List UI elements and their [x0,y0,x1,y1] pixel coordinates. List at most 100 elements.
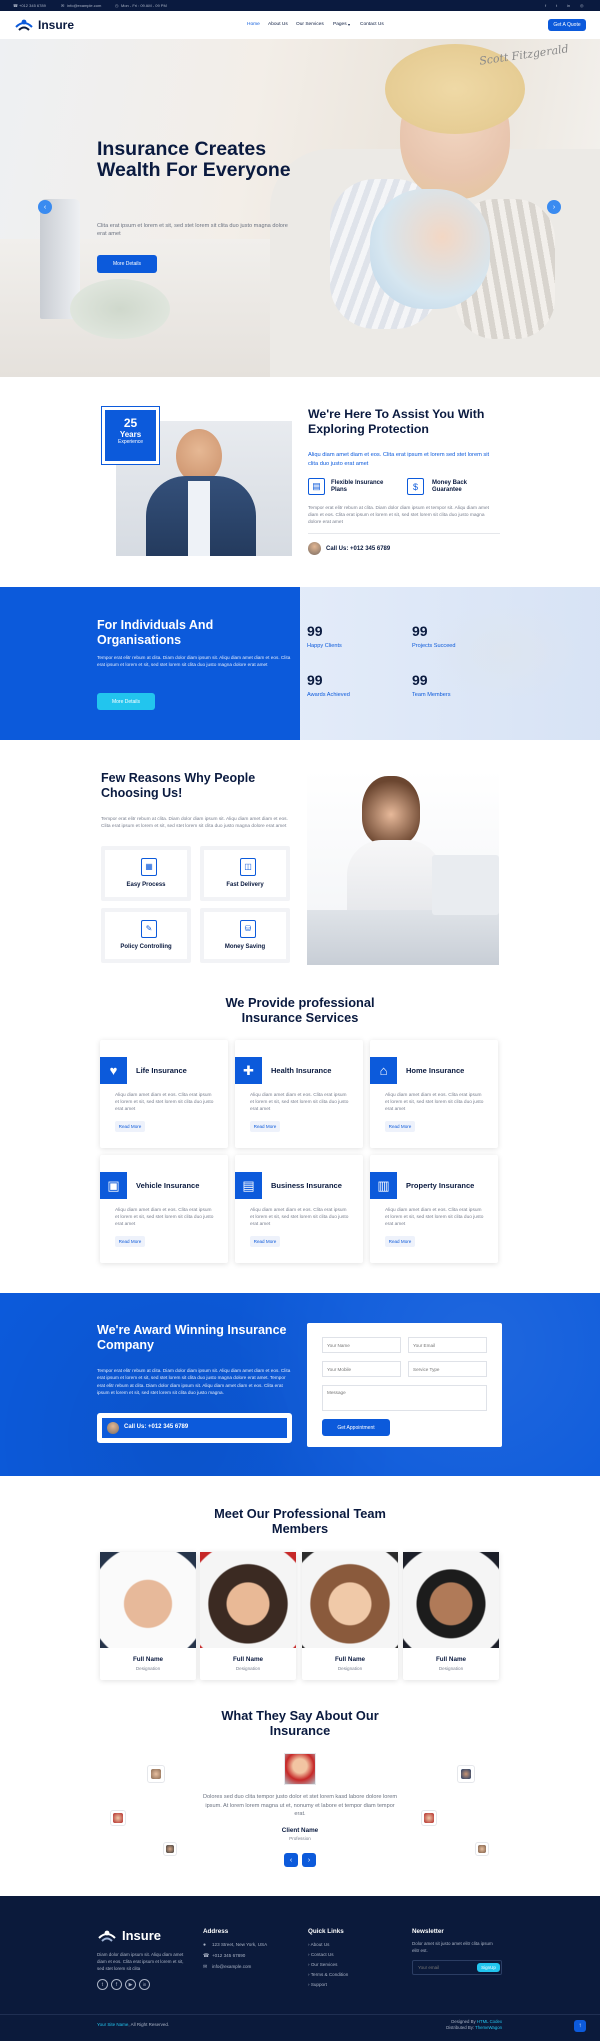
client-thumb[interactable] [147,1765,165,1783]
home-icon: ⌂ [370,1057,397,1084]
read-more-button[interactable]: Read More [385,1236,415,1247]
service-text: Aliqu diam amet diam et eos. Clita erat … [115,1208,214,1228]
message-textarea[interactable] [322,1385,487,1411]
footer-brand[interactable]: Insure [122,1928,161,1943]
newsletter-title: Newsletter [412,1928,444,1935]
fact-number: 99 [412,672,428,688]
about-call[interactable]: Call Us: +012 345 6789 [326,546,390,552]
quote-call-box[interactable]: Call Us: +012 345 6789 [97,1413,292,1443]
newsletter-email-input[interactable] [415,1963,475,1972]
topbar-hours: Mon - Fri : 09 AM - 09 PM [121,3,167,8]
why-item-easy: ▦ Easy Process [101,846,191,901]
policy-icon: ▤ [308,478,325,495]
why-image [307,770,499,965]
experience-label: Experience [117,439,143,445]
chevron-down-icon: ▾ [348,22,351,27]
read-more-button[interactable]: Read More [250,1121,280,1132]
name-input[interactable] [322,1337,401,1353]
instagram-icon[interactable]: ◎ [580,3,584,8]
designed-by-label: Designed By [451,2019,477,2024]
footer-link-label: Our Services [310,1962,338,1967]
team-member-photo [100,1552,196,1648]
why-label: Policy Controlling [120,944,172,950]
client-thumb[interactable] [163,1842,177,1856]
service-text: Aliqu diam amet diam et eos. Clita erat … [250,1093,349,1113]
twitter-icon[interactable]: t [556,3,557,8]
team-member-name: Full Name [435,1656,467,1663]
client-thumb[interactable] [475,1842,489,1856]
designer-link[interactable]: HTML Codex [477,2019,502,2024]
signup-button[interactable]: SignUp [477,1963,500,1972]
carousel-prev-button[interactable]: ‹ [38,200,52,214]
footer-link[interactable]: › Terms & Condition [308,1972,348,1977]
saving-icon: ⛁ [240,920,256,938]
active-client-photo [284,1753,316,1785]
nav-pages[interactable]: Pages [333,22,347,27]
fact-label: Team Members [412,692,451,698]
linkedin-icon[interactable]: in [567,3,570,8]
footer-link[interactable]: › About Us [308,1942,329,1947]
service-title: Property Insurance [406,1181,475,1190]
twitter-icon[interactable]: t [97,1979,108,1990]
nav-contact[interactable]: Contact Us [360,22,384,27]
service-title: Business Insurance [271,1181,342,1190]
why-label: Fast Delivery [226,882,264,888]
team-member-role: Designation [438,1666,464,1671]
fact-number: 99 [307,623,323,639]
client-name: Client Name [281,1827,319,1834]
hero-text: Clita erat ipsum et lorem et sit, sed st… [97,223,288,238]
testimonial-prev-button[interactable]: ‹ [284,1853,298,1867]
service-text: Aliqu diam amet diam et eos. Clita erat … [385,1208,484,1228]
map-pin-icon: ● [203,1942,207,1948]
service-card: ✚ Health Insurance Aliqu diam amet diam et… [235,1040,363,1148]
mobile-input[interactable] [322,1361,401,1377]
feature-money-back: Money Back Guarantee [432,480,468,493]
facts-more-details-button[interactable]: More Details [97,693,155,710]
testimonial-next-button[interactable]: › [302,1853,316,1867]
distributor-link[interactable]: ThemeWagon [475,2025,502,2030]
footer-about: Diam dolor diam ipsum sit. Aliqu diam am… [97,1952,184,1971]
client-thumb[interactable] [110,1810,126,1826]
navbar: Insure Home About Us Our Services Pages … [0,11,600,39]
client-thumb[interactable] [421,1810,437,1826]
nav-services[interactable]: Our Services [296,22,324,27]
address-line: 123 Street, New York, USA [212,1942,268,1947]
avatar [107,1422,119,1434]
address-phone: +012 345 67890 [212,1953,246,1958]
read-more-button[interactable]: Read More [250,1236,280,1247]
get-appointment-button[interactable]: Get Appointment [322,1419,390,1436]
services-section: We Provide professional Insurance Servic… [0,975,600,1293]
about-section: 25 Years Experience We're Here To Assist… [0,377,600,587]
nav-home[interactable]: Home [247,22,260,27]
client-thumb[interactable] [457,1765,475,1783]
fact-happy-clients: 99 Happy Clients [307,623,342,649]
site-name-link[interactable]: Your Site Name [97,2022,128,2027]
facebook-icon[interactable]: f [545,3,546,8]
read-more-button[interactable]: Read More [385,1121,415,1132]
footer-link[interactable]: › Support [308,1982,327,1987]
team-section: Meet Our Professional Team Members Full … [0,1476,600,1688]
distributed-by-label: Distributed By: [446,2025,476,2031]
email-input[interactable] [408,1337,487,1353]
brand-name[interactable]: Insure [38,18,74,32]
nav-about[interactable]: About Us [268,22,288,27]
team-member-card: Full Name Designation [200,1552,296,1680]
youtube-icon[interactable]: ▶ [125,1979,136,1990]
carousel-next-button[interactable]: › [547,200,561,214]
fact-awards: 99 Awards Achieved [307,672,350,698]
footer-link[interactable]: › Contact Us [308,1952,334,1957]
service-title: Vehicle Insurance [136,1181,200,1190]
quick-links-title: Quick Links [308,1928,344,1935]
read-more-button[interactable]: Read More [115,1236,145,1247]
get-quote-button[interactable]: Get A Quote [548,19,586,31]
facebook-icon[interactable]: f [111,1979,122,1990]
money-icon: $ [407,478,424,495]
linkedin-icon[interactable]: in [139,1979,150,1990]
hero-more-details-button[interactable]: More Details [97,255,157,273]
document-icon: ▦ [141,858,157,876]
footer-link[interactable]: › Our Services [308,1962,337,1967]
service-type-input[interactable] [408,1361,487,1377]
back-to-top-button[interactable]: ↑ [574,2020,586,2032]
read-more-button[interactable]: Read More [115,1121,145,1132]
quote-text: Tempor erat elitr rebum at clita. Diam d… [97,1368,291,1395]
